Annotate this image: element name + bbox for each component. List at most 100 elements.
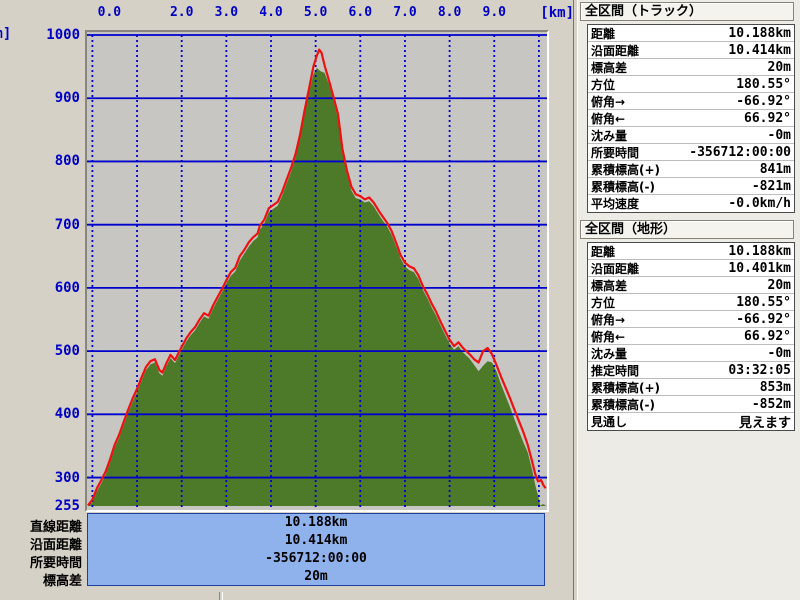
y-tick-label: 800 (54, 153, 80, 170)
row-value: 66.92° (744, 110, 791, 126)
row-value: -0.0km/h (728, 196, 791, 211)
info-pane: 全区間（トラック） 距離 10.188km 沿面距離 10.414km 標高差 20m 方位… (578, 0, 800, 600)
row-value: 10.188km (728, 243, 791, 259)
x-tick-label: 0.0 (97, 5, 122, 20)
summary-value: 10.188km (284, 515, 348, 530)
row-label: 所要時間 (591, 145, 640, 160)
x-tick-label: 9.0 (482, 5, 506, 20)
summary-label: 沿面距離 (29, 538, 82, 553)
row-label: 平均速度 (591, 197, 640, 211)
y-tick-label: 300 (54, 469, 80, 486)
track-panel-table: 距離 10.188km 沿面距離 10.414km 標高差 20m 方位 180.55° 俯角→… (587, 24, 795, 213)
table-row: 距離 10.188km (588, 25, 794, 42)
row-label: 標高差 (591, 60, 628, 75)
terrain-area (87, 67, 546, 507)
summary-value: 20m (304, 569, 328, 584)
terrain-panel-table: 距離 10.188km 沿面距離 10.401km 標高差 20m 方位 180.55° 俯角→… (587, 242, 795, 431)
elevation-plot[interactable] (87, 32, 547, 510)
row-value: -0m (767, 127, 791, 143)
terrain-panel-title: 全区間（地形） (580, 220, 794, 239)
row-value: -66.92° (736, 311, 791, 327)
y-tick-label: 700 (54, 216, 80, 233)
x-axis-unit-label: [km] (540, 5, 574, 21)
row-label: 方位 (591, 77, 616, 92)
row-label: 距離 (591, 244, 616, 259)
table-row: 標高差 20m (588, 277, 794, 294)
row-label: 距離 (591, 26, 616, 41)
row-value: -66.92° (736, 93, 791, 109)
row-value: 10.414km (728, 42, 791, 58)
table-row: 方位 180.55° (588, 294, 794, 311)
y-tick-label: 255 (54, 498, 80, 514)
row-label: 標高差 (591, 278, 628, 293)
row-label: 沈み量 (591, 128, 628, 143)
row-value: 03:32:05 (728, 362, 791, 378)
x-tick-label: 7.0 (393, 5, 417, 20)
row-value: 20m (767, 59, 791, 75)
row-value: 853m (759, 379, 791, 395)
table-row: 累積標高(+) 841m (588, 161, 794, 178)
plot-frame (85, 30, 549, 512)
table-row: 所要時間 -356712:00:00 (588, 144, 794, 161)
elevation-profile-window: [m] 0.0 2.0 3.0 4.0 5.0 6.0 7.0 8.0 9.0 [km] 1000… (0, 0, 800, 600)
table-row: 標高差 20m (588, 59, 794, 76)
table-row: 俯角→ -66.92° (588, 93, 794, 110)
row-value: -852m (751, 396, 791, 412)
table-row: 方位 180.55° (588, 76, 794, 93)
table-row: 距離 10.188km (588, 243, 794, 260)
table-row: 沈み量 -0m (588, 127, 794, 144)
y-tick-label: 600 (54, 279, 80, 296)
row-value: -0m (767, 345, 791, 361)
table-row: 累積標高(+) 853m (588, 379, 794, 396)
table-row: 見通し 見えます (588, 413, 794, 431)
x-tick-label: 4.0 (259, 5, 283, 20)
row-value: 66.92° (744, 328, 791, 344)
x-tick-label: 2.0 (169, 5, 194, 20)
row-value: -821m (751, 178, 791, 194)
y-tick-label: 1000 (46, 27, 80, 43)
row-label: 累積標高(-) (591, 179, 655, 194)
row-label: 俯角→ (591, 312, 626, 327)
row-value: -356712:00:00 (689, 144, 791, 160)
splitter-notch (219, 592, 223, 600)
row-label: 沿面距離 (591, 261, 640, 276)
row-value: 20m (767, 277, 791, 293)
row-label: 累積標高(+) (591, 380, 661, 395)
x-tick-label: 8.0 (437, 5, 462, 20)
table-row: 沈み量 -0m (588, 345, 794, 362)
row-value: 841m (759, 161, 791, 177)
row-label: 方位 (591, 295, 616, 310)
row-label: 見通し (591, 415, 628, 429)
table-row: 俯角← 66.92° (588, 328, 794, 345)
y-axis-unit-label: [m] (0, 26, 12, 42)
row-label: 俯角← (591, 111, 626, 126)
row-value: 180.55° (736, 294, 791, 310)
table-row: 沿面距離 10.401km (588, 260, 794, 277)
table-row: 沿面距離 10.414km (588, 42, 794, 59)
summary-label: 所要時間 (29, 556, 82, 571)
summary-label: 直線距離 (29, 520, 82, 535)
y-tick-label: 500 (54, 343, 80, 360)
summary-label: 標高差 (42, 574, 82, 589)
table-row: 平均速度 -0.0km/h (588, 195, 794, 212)
row-label: 沿面距離 (591, 43, 640, 58)
summary-value: -356712:00:00 (265, 551, 367, 566)
row-value: 見えます (738, 416, 791, 431)
table-row: 累積標高(-) -821m (588, 178, 794, 195)
table-row: 推定時間 03:32:05 (588, 362, 794, 379)
row-value: 180.55° (736, 76, 791, 92)
y-tick-label: 900 (54, 90, 80, 107)
row-label: 累積標高(+) (591, 162, 661, 177)
row-label: 累積標高(-) (591, 397, 655, 412)
table-row: 累積標高(-) -852m (588, 396, 794, 413)
row-value: 10.188km (728, 25, 791, 41)
summary-value: 10.414km (284, 533, 348, 548)
summary-box: 10.188km 10.414km -356712:00:00 20m (87, 513, 545, 586)
x-tick-label: 6.0 (348, 5, 373, 20)
row-label: 沈み量 (591, 346, 628, 361)
table-row: 俯角→ -66.92° (588, 311, 794, 328)
x-tick-label: 3.0 (214, 5, 239, 20)
table-row: 俯角← 66.92° (588, 110, 794, 127)
row-label: 俯角→ (591, 94, 626, 109)
row-label: 推定時間 (591, 363, 640, 378)
